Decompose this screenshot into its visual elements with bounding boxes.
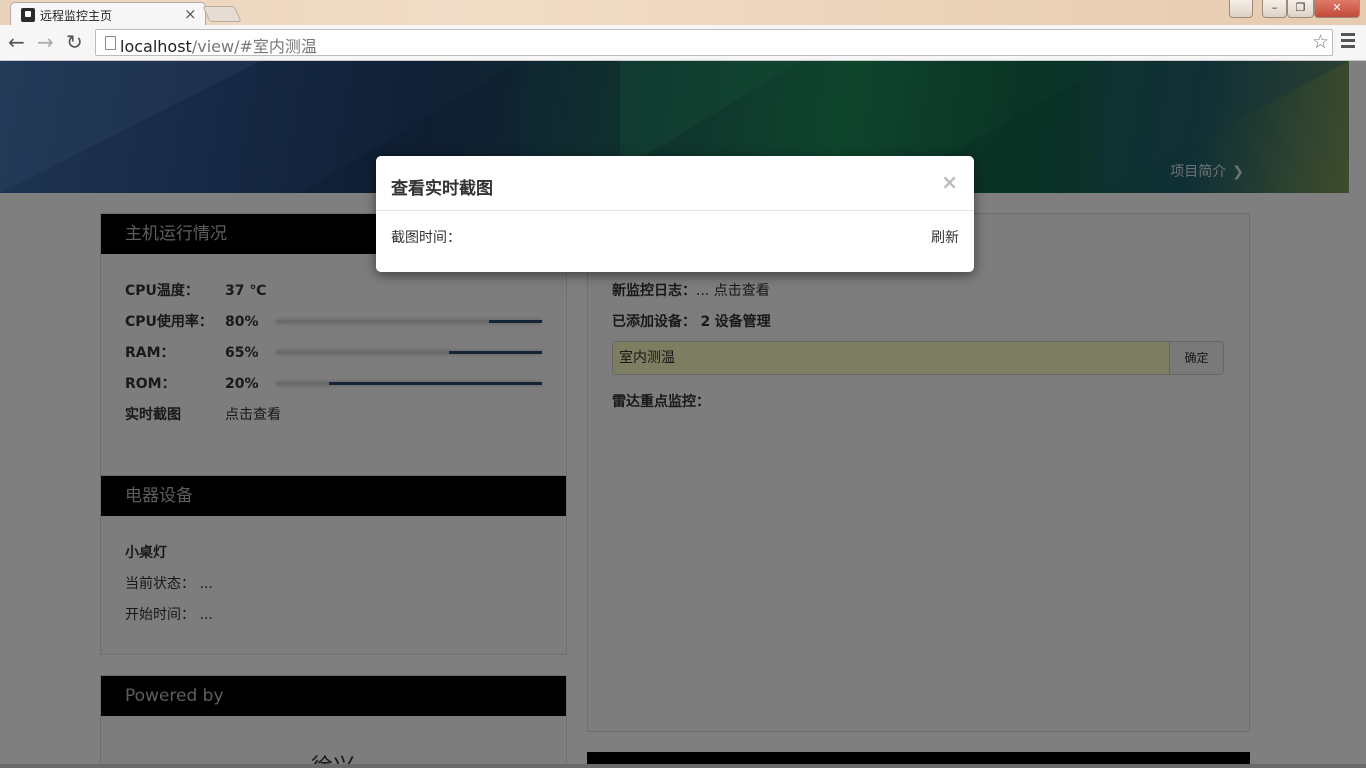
user-icon[interactable] (1229, 0, 1253, 18)
refresh-button[interactable]: 刷新 (931, 227, 959, 247)
modal-header: 查看实时截图 × (376, 156, 974, 211)
reload-icon[interactable]: ↻ (66, 31, 83, 53)
address-bar[interactable]: localhost/view/#室内测温 ☆ (95, 29, 1333, 56)
new-tab-button[interactable] (202, 6, 242, 22)
bottom-strip (0, 764, 1366, 768)
modal-title: 查看实时截图 (391, 179, 493, 199)
close-window-button[interactable]: ✕ (1314, 0, 1360, 18)
browser-titlebar: 远程监控主页 × – ❐ ✕ (0, 0, 1366, 26)
maximize-button[interactable]: ❐ (1287, 0, 1314, 18)
browser-menu-icon[interactable] (1341, 33, 1355, 49)
page-icon (105, 36, 116, 50)
bookmark-star-icon[interactable]: ☆ (1312, 31, 1329, 53)
screenshot-time-label: 截图时间： (391, 230, 461, 246)
modal-close-icon[interactable]: × (941, 170, 958, 194)
minimize-button[interactable]: – (1262, 0, 1287, 18)
forward-arrow-icon[interactable]: → (37, 31, 54, 53)
browser-toolbar: ← → ↻ localhost/view/#室内测温 ☆ (0, 25, 1366, 61)
tab-close-icon[interactable]: × (184, 5, 197, 23)
favicon-icon (21, 8, 35, 22)
screenshot-modal: 查看实时截图 × 截图时间： 刷新 (376, 156, 974, 272)
back-arrow-icon[interactable]: ← (8, 31, 25, 53)
browser-tab[interactable]: 远程监控主页 × (10, 2, 206, 26)
url-text[interactable]: localhost/view/#室内测温 (120, 33, 317, 57)
tab-title: 远程监控主页 (40, 9, 113, 23)
